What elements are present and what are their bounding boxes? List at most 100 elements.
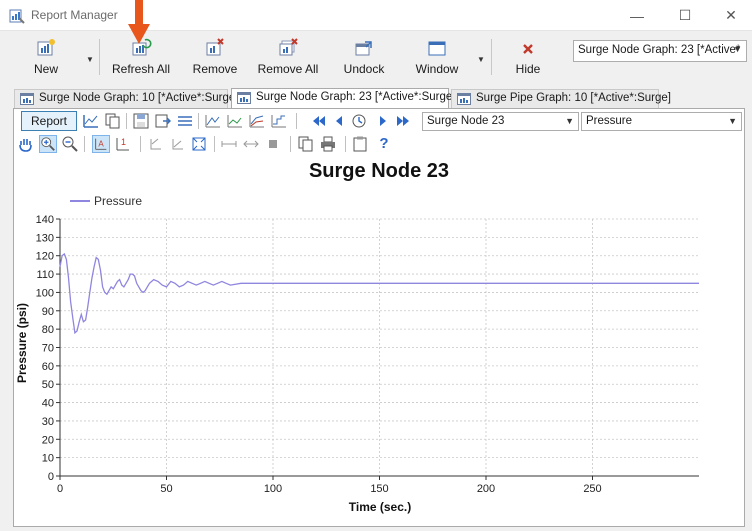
title-bar: Report Manager — ☐ ✕ — [0, 0, 752, 31]
element-selector[interactable]: Surge Node 23 ▼ — [422, 112, 579, 131]
last-step-icon[interactable] — [394, 112, 412, 130]
redo-zoom-icon[interactable] — [168, 135, 186, 153]
animate-time-icon[interactable] — [350, 112, 368, 130]
y-tick-label: 140 — [36, 214, 54, 226]
help-button[interactable]: ? — [375, 135, 393, 153]
window-label: Window — [415, 62, 459, 76]
y-tick-label: 70 — [42, 343, 54, 355]
remove-all-icon — [279, 38, 298, 56]
copy-chart-icon[interactable] — [104, 112, 122, 130]
series-options-icon[interactable] — [176, 112, 194, 130]
y-axis-ticks: 0 10 20 30 40 50 60 70 80 90 100 110 120 130 140 — [36, 214, 60, 483]
y-tick-label: 40 — [42, 398, 54, 410]
undock-icon — [355, 41, 372, 56]
chevron-down-icon: ▼ — [728, 116, 737, 126]
first-step-icon[interactable] — [310, 112, 328, 130]
next-step-icon[interactable] — [374, 112, 392, 130]
y-tick-label: 60 — [42, 361, 54, 373]
axis-labels-icon[interactable]: A — [92, 135, 110, 153]
tab-label: Surge Pipe Graph: 10 [*Active*:Surge] — [476, 92, 671, 104]
svg-text:1: 1 — [121, 137, 126, 147]
minimize-button[interactable]: — — [614, 0, 660, 31]
x-tick-label: 100 — [264, 483, 282, 495]
toolbar-separator — [345, 136, 346, 152]
tab-label: Surge Node Graph: 23 [*Active*:Surge] — [256, 91, 456, 103]
y-tick-label: 30 — [42, 416, 54, 428]
refresh-all-label: Refresh All — [111, 62, 171, 76]
active-graph-value: Surge Node Graph: 23 [*Active* — [578, 44, 741, 56]
chevron-down-icon: ▼ — [733, 44, 742, 54]
report-manager-icon — [9, 9, 25, 24]
graph-toolbar-row-2: A 1 ? — [14, 133, 746, 155]
data-labels-icon[interactable]: 1 — [114, 135, 132, 153]
x-axis-label: Time (sec.) — [349, 500, 411, 514]
active-graph-selector[interactable]: Surge Node Graph: 23 [*Active* ▼ — [573, 40, 747, 62]
svg-text:A: A — [98, 140, 104, 149]
x-tick-label: 200 — [477, 483, 495, 495]
y-tick-label: 0 — [48, 471, 54, 483]
graph-toolbar-row-1: Report Surge Node 23 ▼ Pressure ▼ — [14, 110, 746, 132]
toolbar-separator — [214, 136, 215, 152]
tab-surge-pipe-graph-10[interactable]: Surge Pipe Graph: 10 [*Active*:Surge] — [451, 89, 671, 108]
ribbon-separator — [99, 39, 100, 75]
copy-icon[interactable] — [297, 135, 315, 153]
remove-label: Remove — [192, 62, 238, 76]
maximize-button[interactable]: ☐ — [662, 0, 708, 31]
measure-vertical-icon[interactable] — [242, 135, 260, 153]
y-tick-label: 120 — [36, 251, 54, 263]
print-icon[interactable] — [319, 135, 337, 153]
step-chart-icon[interactable] — [270, 112, 288, 130]
attribute-selector[interactable]: Pressure ▼ — [581, 112, 742, 131]
area-chart-icon[interactable] — [226, 112, 244, 130]
toolbar-separator — [290, 136, 291, 152]
undock-button[interactable]: Undock — [340, 35, 388, 81]
hide-button[interactable]: Hide — [512, 35, 544, 81]
pan-hand-icon[interactable] — [17, 135, 35, 153]
close-button[interactable]: ✕ — [708, 0, 752, 31]
window-title: Report Manager — [31, 8, 118, 22]
undock-label: Undock — [343, 62, 385, 76]
ribbon-separator — [491, 39, 492, 75]
multi-line-chart-icon[interactable] — [248, 112, 266, 130]
clipboard-icon[interactable] — [351, 135, 369, 153]
x-tick-label: 50 — [160, 483, 172, 495]
zoom-in-icon[interactable] — [39, 135, 57, 153]
close-icon: ✕ — [725, 7, 737, 23]
y-tick-label: 90 — [42, 306, 54, 318]
chart-options-icon[interactable] — [82, 112, 100, 130]
new-dropdown-arrow[interactable]: ▼ — [84, 45, 96, 73]
export-chart-icon[interactable] — [154, 112, 172, 130]
help-icon: ? — [379, 135, 389, 152]
undo-zoom-icon[interactable] — [146, 135, 164, 153]
remove-button[interactable]: Remove — [190, 35, 240, 81]
legend-series-label[interactable]: Pressure — [94, 194, 142, 208]
tab-label: Surge Node Graph: 10 [*Active*:Surge] — [39, 92, 239, 104]
chevron-down-icon: ▼ — [565, 116, 574, 126]
x-axis-ticks: 0 50 100 150 200 250 — [57, 476, 602, 495]
remove-all-button[interactable]: Remove All — [255, 35, 321, 81]
fit-all-icon[interactable] — [190, 135, 208, 153]
save-chart-icon[interactable] — [132, 112, 150, 130]
zoom-out-icon[interactable] — [61, 135, 79, 153]
tab-surge-node-graph-10[interactable]: Surge Node Graph: 10 [*Active*:Surge] — [14, 89, 238, 108]
graph-tab-icon — [457, 93, 471, 105]
line-chart-icon[interactable] — [204, 112, 222, 130]
x-tick-label: 250 — [583, 483, 601, 495]
report-button[interactable]: Report — [21, 111, 77, 131]
previous-step-icon[interactable] — [330, 112, 348, 130]
y-tick-label: 110 — [36, 269, 54, 281]
pressure-chart: Surge Node 23 Pressure 0 10 20 30 40 50 60 70 80… — [15, 160, 699, 514]
graph-tabs: Surge Node Graph: 10 [*Active*:Surge] Su… — [0, 88, 752, 109]
window-dropdown-arrow[interactable]: ▼ — [475, 45, 487, 73]
hide-x-icon — [523, 44, 533, 54]
y-tick-label: 130 — [36, 232, 54, 244]
minimize-icon: — — [630, 7, 644, 24]
report-label: Report — [30, 114, 68, 128]
stop-icon[interactable] — [264, 135, 282, 153]
toolbar-separator — [126, 113, 127, 129]
window-button[interactable]: Window — [412, 35, 462, 81]
y-tick-label: 10 — [42, 453, 54, 465]
tab-surge-node-graph-23[interactable]: Surge Node Graph: 23 [*Active*:Surge] — [231, 88, 455, 109]
new-button[interactable]: New — [28, 35, 64, 81]
measure-horizontal-icon[interactable] — [220, 135, 238, 153]
